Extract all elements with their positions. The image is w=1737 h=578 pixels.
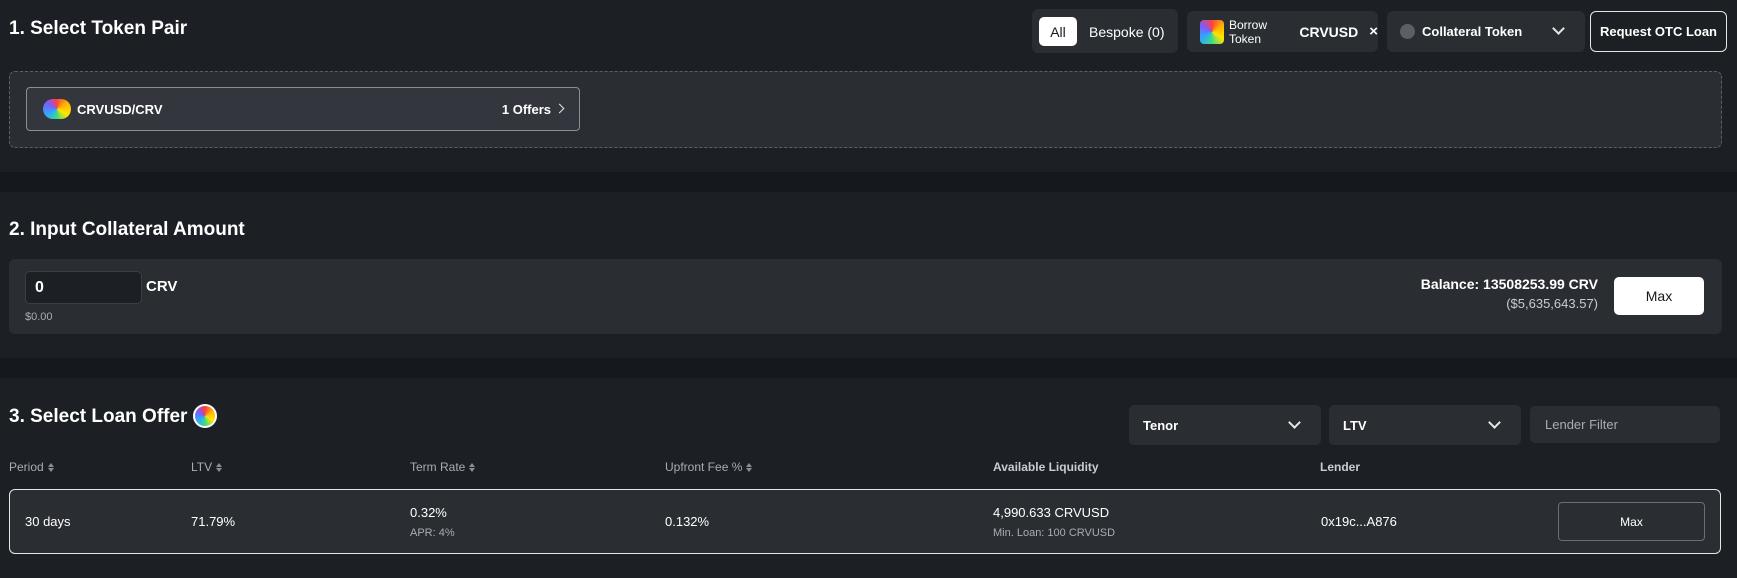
offer-apr: APR: 4% xyxy=(410,527,455,539)
crvusd-token-icon xyxy=(193,404,217,428)
chevron-down-icon xyxy=(1288,416,1301,429)
request-otc-loan-button[interactable]: Request OTC Loan xyxy=(1590,11,1727,52)
collateral-input-panel: CRV $0.00 Balance: 13508253.99 CRV ($5,6… xyxy=(9,259,1722,334)
ltv-filter-label: LTV xyxy=(1343,417,1367,433)
wallet-balance: Balance: 13508253.99 CRV xyxy=(1420,276,1598,292)
section-title-token-pair: 1. Select Token Pair xyxy=(9,18,188,39)
ltv-filter-select[interactable]: LTV xyxy=(1329,405,1521,445)
filter-all-button[interactable]: All xyxy=(1039,17,1077,46)
filter-bespoke-button[interactable]: Bespoke (0) xyxy=(1089,17,1164,46)
loan-offer-row[interactable]: 30 days 71.79% 0.32% APR: 4% 0.132% 4,99… xyxy=(9,489,1721,554)
max-collateral-button[interactable]: Max xyxy=(1614,277,1704,315)
sort-icon xyxy=(47,462,54,472)
offer-lender: 0x19c...A876 xyxy=(1321,514,1397,529)
column-header-ltv[interactable]: LTV xyxy=(191,460,223,474)
collateral-unit: CRV xyxy=(146,278,178,295)
column-header-term-rate[interactable]: Term Rate xyxy=(410,460,476,474)
sort-icon xyxy=(216,462,223,472)
clear-borrow-token-icon[interactable]: × xyxy=(1369,23,1378,40)
token-pair-list: CRVUSD/CRV 1 Offers xyxy=(9,71,1722,148)
chevron-down-icon xyxy=(1488,416,1501,429)
borrow-token-label: Borrow Token xyxy=(1229,17,1268,46)
lender-filter-input[interactable] xyxy=(1530,406,1720,443)
offer-available-liquidity: 4,990.633 CRVUSD xyxy=(993,505,1110,520)
offer-upfront-fee: 0.132% xyxy=(665,514,710,529)
token-placeholder-icon xyxy=(1400,24,1415,39)
crvusd-token-icon xyxy=(1200,19,1224,44)
token-pair-name: CRVUSD/CRV xyxy=(77,101,163,117)
column-header-available-liquidity: Available Liquidity xyxy=(993,460,1099,474)
input-collateral-section: 2. Input Collateral Amount CRV $0.00 Bal… xyxy=(0,192,1737,358)
offer-type-toggle: All Bespoke (0) xyxy=(1032,9,1178,53)
borrow-token-chip[interactable]: Borrow Token CRVUSD × xyxy=(1187,11,1378,52)
tenor-filter-label: Tenor xyxy=(1143,417,1179,433)
offer-ltv: 71.79% xyxy=(191,514,236,529)
select-loan-offer-section: 3. Select Loan Offer Tenor LTV Period LT… xyxy=(0,378,1737,578)
section-title-collateral: 2. Input Collateral Amount xyxy=(9,219,245,240)
collateral-amount-input[interactable] xyxy=(25,271,142,304)
offer-min-loan: Min. Loan: 100 CRVUSD xyxy=(993,527,1116,539)
tenor-filter-select[interactable]: Tenor xyxy=(1129,405,1321,445)
token-pair-card[interactable]: CRVUSD/CRV 1 Offers xyxy=(26,87,580,131)
column-header-period[interactable]: Period xyxy=(9,460,54,474)
chevron-right-icon xyxy=(554,103,565,114)
sort-icon xyxy=(746,462,753,472)
column-header-upfront-fee[interactable]: Upfront Fee % xyxy=(665,460,753,474)
collateral-token-label: Collateral Token xyxy=(1422,24,1523,39)
wallet-balance-usd: ($5,635,643.57) xyxy=(1506,296,1598,311)
chevron-down-icon xyxy=(1552,22,1565,35)
token-pair-offer-count: 1 Offers xyxy=(501,101,551,117)
collateral-token-select[interactable]: Collateral Token xyxy=(1387,11,1585,52)
collateral-usd-value: $0.00 xyxy=(25,311,53,323)
column-header-lender: Lender xyxy=(1320,460,1361,474)
select-token-pair-section: 1. Select Token Pair All Bespoke (0) Bor… xyxy=(0,0,1737,172)
token-pair-icon xyxy=(43,99,71,119)
offer-period: 30 days xyxy=(25,514,71,529)
offer-term-rate: 0.32% xyxy=(410,505,447,520)
section-title-loan-offer: 3. Select Loan Offer xyxy=(9,406,188,427)
offer-max-button[interactable]: Max xyxy=(1558,502,1705,541)
sort-icon xyxy=(469,462,476,472)
borrow-token-symbol: CRVUSD xyxy=(1299,23,1359,40)
